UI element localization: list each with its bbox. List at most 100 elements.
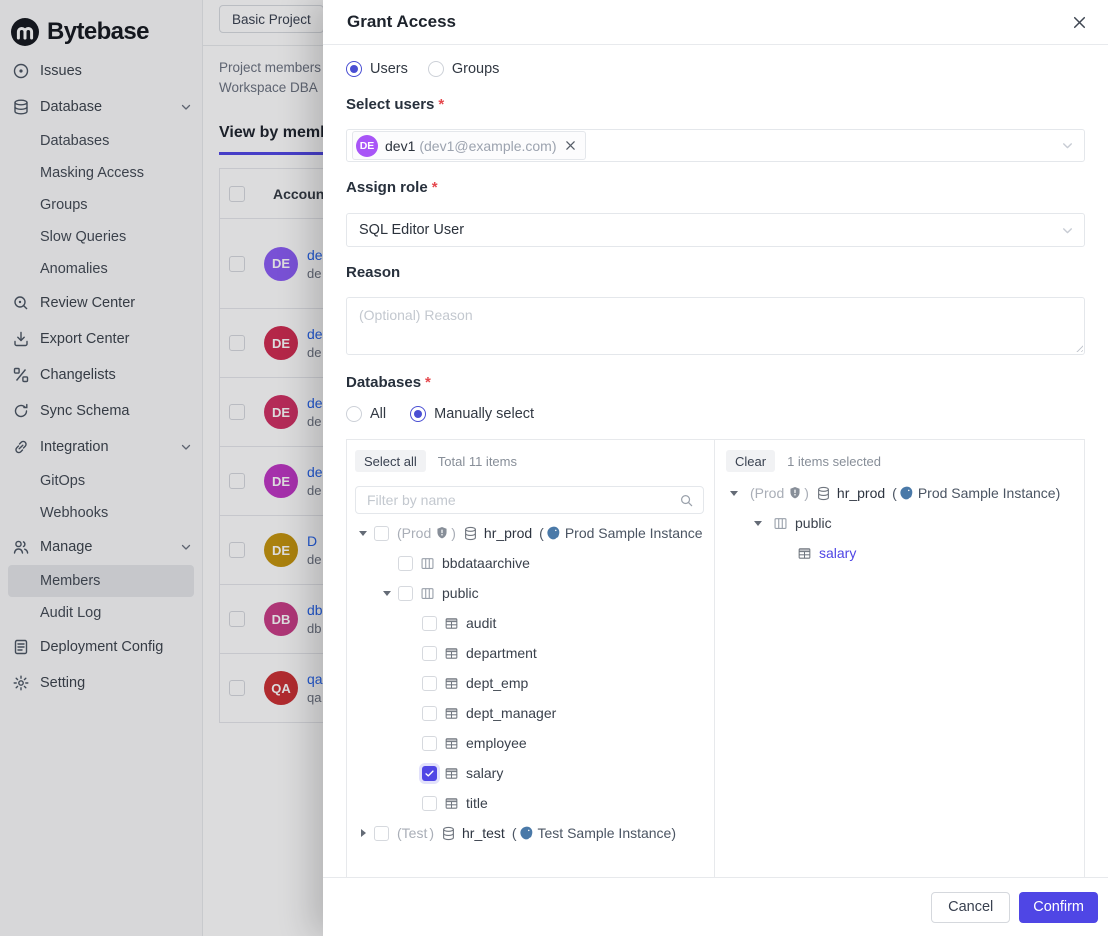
radio-manual-control xyxy=(410,406,426,422)
schema-icon xyxy=(420,556,435,571)
user-name: dev1 xyxy=(385,138,415,154)
select-all-button[interactable]: Select all xyxy=(355,450,426,472)
postgresql-icon xyxy=(899,486,914,501)
database-icon xyxy=(816,486,831,501)
environment-label: (Test xyxy=(397,825,427,841)
instance-name: Prod Sample Instance xyxy=(565,525,703,541)
assign-role-select[interactable]: SQL Editor User xyxy=(346,213,1085,247)
tree-checkbox[interactable] xyxy=(374,526,389,541)
tree-checkbox[interactable] xyxy=(398,556,413,571)
environment-label-close: ) xyxy=(429,825,434,841)
tree-row-title[interactable]: title xyxy=(355,788,704,818)
database-tree: (Prod)hr_prod(Prod Sample Instancebbdata… xyxy=(355,518,704,848)
schema-name: public xyxy=(795,515,832,531)
table-icon xyxy=(444,736,459,751)
instance-name: Test Sample Instance) xyxy=(538,825,677,841)
tree-row-public[interactable]: public xyxy=(726,508,1074,538)
postgresql-icon xyxy=(546,526,561,541)
modal-footer: Cancel Confirm xyxy=(323,877,1108,936)
instance-label-open: ( xyxy=(512,825,517,841)
user-avatar: DE xyxy=(356,135,378,157)
schema-icon xyxy=(773,516,788,531)
radio-groups[interactable]: Groups xyxy=(428,61,500,77)
tree-row-hr-prod[interactable]: (Prod)hr_prod(Prod Sample Instance) xyxy=(726,478,1074,508)
instance-name: Prod Sample Instance) xyxy=(918,485,1060,501)
tree-checkbox[interactable] xyxy=(398,586,413,601)
radio-manually-select[interactable]: Manually select xyxy=(410,406,534,422)
environment-label: (Prod xyxy=(397,525,431,541)
caret-placeholder xyxy=(379,555,395,571)
member-type-radios: Users Groups xyxy=(346,59,1085,79)
cancel-button[interactable]: Cancel xyxy=(931,892,1010,923)
table-icon xyxy=(444,706,459,721)
caret-down-icon[interactable] xyxy=(355,525,371,541)
caret-down-icon[interactable] xyxy=(379,585,395,601)
radio-manual-label: Manually select xyxy=(434,406,534,422)
caret-down-icon[interactable] xyxy=(750,515,766,531)
schema-name: bbdataarchive xyxy=(442,555,530,571)
tree-row-salary[interactable]: salary xyxy=(726,538,1074,568)
table-icon xyxy=(444,796,459,811)
tree-checkbox[interactable] xyxy=(422,616,437,631)
tree-checkbox[interactable] xyxy=(422,796,437,811)
clear-button[interactable]: Clear xyxy=(726,450,775,472)
caret-placeholder xyxy=(403,645,419,661)
radio-all-label: All xyxy=(370,406,386,422)
tree-checkbox[interactable] xyxy=(374,826,389,841)
radio-all-databases[interactable]: All xyxy=(346,406,386,422)
tree-row-dept-manager[interactable]: dept_manager xyxy=(355,698,704,728)
tree-checkbox[interactable] xyxy=(422,676,437,691)
caret-placeholder xyxy=(403,735,419,751)
tree-row-department[interactable]: department xyxy=(355,638,704,668)
tree-checkbox[interactable] xyxy=(422,736,437,751)
table-name: dept_emp xyxy=(466,675,528,691)
database-picker: Select all Total 11 items (Prod)hr_prod(… xyxy=(346,439,1085,877)
tree-row-hr-prod[interactable]: (Prod)hr_prod(Prod Sample Instance xyxy=(355,518,704,548)
close-icon[interactable] xyxy=(1067,10,1092,35)
filter-input[interactable] xyxy=(365,491,673,509)
shield-icon xyxy=(435,526,449,540)
assign-role-label: Assign role * xyxy=(346,177,1085,197)
remove-user-icon[interactable] xyxy=(564,139,577,152)
caret-right-icon[interactable] xyxy=(355,825,371,841)
tree-row-dept-emp[interactable]: dept_emp xyxy=(355,668,704,698)
tree-checkbox[interactable] xyxy=(422,646,437,661)
tree-row-audit[interactable]: audit xyxy=(355,608,704,638)
table-name: salary xyxy=(819,545,856,561)
environment-label: (Prod xyxy=(750,485,784,501)
caret-placeholder xyxy=(403,675,419,691)
schema-icon xyxy=(420,586,435,601)
tree-row-public[interactable]: public xyxy=(355,578,704,608)
table-name: dept_manager xyxy=(466,705,556,721)
picker-selected-panel: Clear 1 items selected (Prod)hr_prod(Pro… xyxy=(715,440,1084,877)
tree-row-hr-test[interactable]: (Test) hr_test ( Test Sample Instance) xyxy=(355,818,704,848)
schema-name: public xyxy=(442,585,479,601)
table-icon xyxy=(797,546,812,561)
required-mark: * xyxy=(432,179,438,196)
caret-placeholder xyxy=(403,615,419,631)
tree-checkbox[interactable] xyxy=(422,766,437,781)
radio-groups-label: Groups xyxy=(452,61,500,77)
modal-title: Grant Access xyxy=(347,12,456,32)
tree-row-bbdataarchive[interactable]: bbdataarchive xyxy=(355,548,704,578)
label-text: Assign role xyxy=(346,179,428,196)
tree-row-employee[interactable]: employee xyxy=(355,728,704,758)
grant-access-modal: Grant Access Users Groups Select users * xyxy=(323,0,1108,936)
select-users-input[interactable]: DE dev1 (dev1@example.com) xyxy=(346,129,1085,162)
tree-row-salary[interactable]: salary xyxy=(355,758,704,788)
instance-label-open: ( xyxy=(539,525,544,541)
radio-users[interactable]: Users xyxy=(346,61,408,77)
shield-icon xyxy=(788,486,802,500)
tree-checkbox[interactable] xyxy=(422,706,437,721)
confirm-button[interactable]: Confirm xyxy=(1019,892,1098,923)
label-text: Select users xyxy=(346,96,434,113)
assign-role-value: SQL Editor User xyxy=(359,222,464,238)
caret-down-icon[interactable] xyxy=(726,485,742,501)
caret-placeholder xyxy=(403,795,419,811)
label-text: Reason xyxy=(346,264,400,281)
picker-selected-header: Clear 1 items selected xyxy=(726,450,1074,472)
screen: Bytebase IssuesDatabaseDatabasesMasking … xyxy=(0,0,1108,936)
database-name: hr_test xyxy=(462,825,505,841)
chevron-down-icon xyxy=(1061,139,1074,152)
reason-textarea[interactable] xyxy=(346,297,1085,355)
